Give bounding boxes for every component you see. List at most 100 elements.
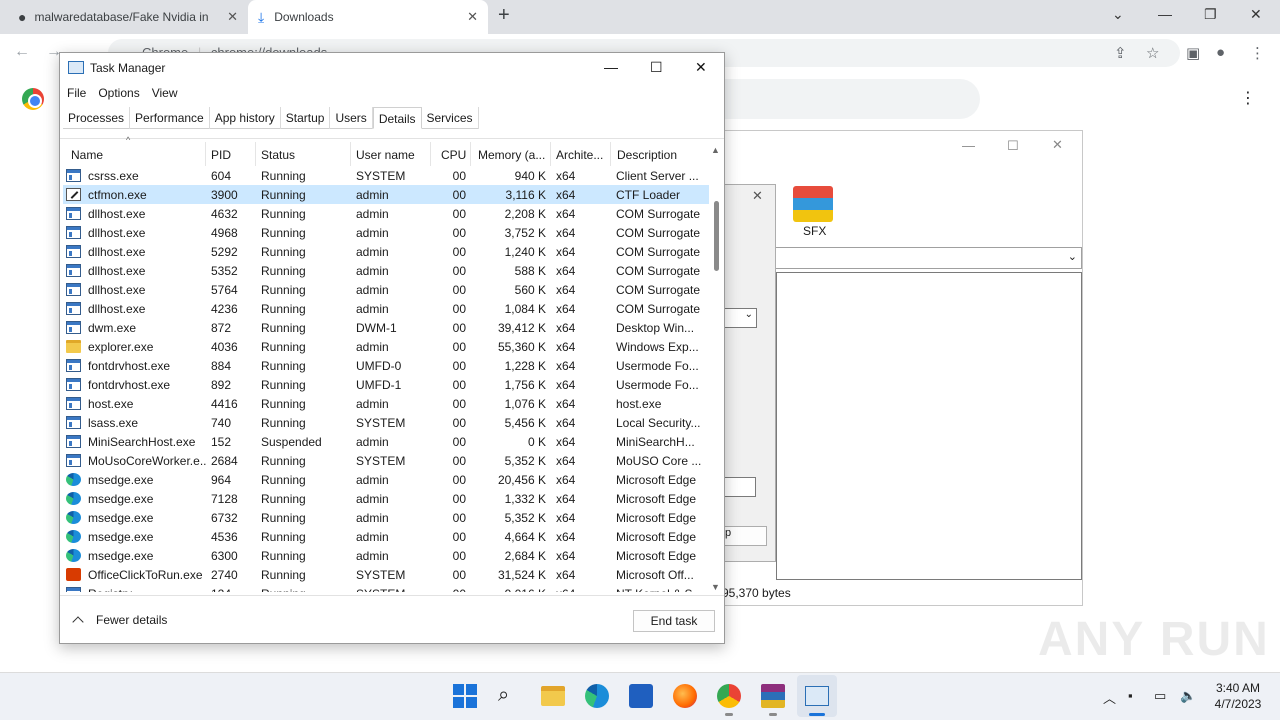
- chevron-up-icon[interactable]: ︿: [1103, 688, 1116, 707]
- menu-file[interactable]: File: [60, 84, 86, 104]
- table-row[interactable]: ctfmon.exe 3900 Running admin 00 3,116 K x64 CT…: [63, 185, 709, 204]
- column-memory[interactable]: Memory (a...: [471, 142, 551, 166]
- archive-file-list[interactable]: [776, 272, 1082, 580]
- scrollbar-thumb[interactable]: [714, 201, 719, 271]
- firefox-icon[interactable]: [673, 684, 697, 708]
- column-pid[interactable]: PID: [206, 142, 256, 166]
- edge-icon: [66, 549, 81, 562]
- tab-startup[interactable]: Startup: [281, 107, 331, 129]
- fewer-details-button[interactable]: Fewer details: [72, 613, 167, 628]
- table-row[interactable]: msedge.exe 964 Running admin 00 20,456 K x64 Mi…: [63, 470, 709, 489]
- column-status[interactable]: Status: [256, 142, 351, 166]
- table-row[interactable]: fontdrvhost.exe 892 Running UMFD-1 00 1,756 K…: [63, 375, 709, 394]
- close-icon[interactable]: ✕: [467, 9, 478, 25]
- table-row[interactable]: MiniSearchHost.exe 152 Suspended admin 00 0 K…: [63, 432, 709, 451]
- tab-services[interactable]: Services: [422, 107, 479, 129]
- table-row[interactable]: dllhost.exe 4236 Running admin 00 1,084 K x64 C…: [63, 299, 709, 318]
- downloads-search-input[interactable]: [710, 79, 980, 119]
- store-icon[interactable]: [629, 684, 653, 708]
- taskbar-clock[interactable]: 3:40 AM 4/7/2023: [1206, 680, 1270, 712]
- maximize-icon[interactable]: ☐: [650, 59, 663, 76]
- side-panel-icon[interactable]: ▣: [1186, 44, 1200, 62]
- table-row[interactable]: dwm.exe 872 Running DWM-1 00 39,412 K x64 Deskt…: [63, 318, 709, 337]
- table-row[interactable]: OfficeClickToRun.exe 2740 Running SYSTEM 00 3…: [63, 565, 709, 584]
- table-row[interactable]: fontdrvhost.exe 884 Running UMFD-0 00 1,228 K…: [63, 356, 709, 375]
- start-icon[interactable]: [453, 684, 477, 708]
- maximize-icon[interactable]: ☐: [1007, 138, 1019, 154]
- table-row[interactable]: msedge.exe 6300 Running admin 00 2,684 K x64 Mi…: [63, 546, 709, 565]
- table-row[interactable]: MoUsoCoreWorker.e... 2684 Running SYSTEM 00 5…: [63, 451, 709, 470]
- scroll-down-icon[interactable]: ▼: [711, 582, 720, 592]
- close-icon[interactable]: ✕: [695, 59, 707, 76]
- tab-downloads[interactable]: ⤓ Downloads ✕: [248, 0, 488, 34]
- column-architecture[interactable]: Archite...: [551, 142, 611, 166]
- tab-details[interactable]: Details: [372, 107, 422, 129]
- table-row[interactable]: Registry124RunningSYSTEM009,016 Kx64NT K…: [63, 584, 709, 592]
- tab-search-icon[interactable]: ⌄: [1112, 6, 1124, 23]
- menu-view[interactable]: View: [145, 84, 178, 104]
- minimize-icon[interactable]: —: [1158, 6, 1172, 22]
- table-row[interactable]: dllhost.exe 4632 Running admin 00 2,208 K x64 C…: [63, 204, 709, 223]
- browser-tab-strip: ● malwaredatabase/Fake Nvidia in ✕ ⤓ Dow…: [0, 0, 1280, 34]
- close-icon[interactable]: ✕: [752, 188, 763, 204]
- path-combobox[interactable]: ⌄: [722, 247, 1082, 269]
- file-explorer-icon[interactable]: [541, 686, 565, 706]
- dialog-input[interactable]: [722, 477, 756, 497]
- tab-github[interactable]: ● malwaredatabase/Fake Nvidia in ✕: [8, 0, 248, 34]
- volume-icon[interactable]: 🔈: [1180, 688, 1196, 704]
- network-icon[interactable]: ▭: [1154, 688, 1166, 704]
- column-description[interactable]: Description: [611, 142, 709, 166]
- table-row[interactable]: lsass.exe 740 Running SYSTEM 00 5,456 K x64 Loc…: [63, 413, 709, 432]
- notification-icon[interactable]: ▪: [1128, 688, 1133, 703]
- close-window-icon[interactable]: ✕: [1250, 6, 1262, 23]
- menu-options[interactable]: Options: [91, 84, 139, 104]
- edge-icon[interactable]: [585, 684, 609, 708]
- tab-users[interactable]: Users: [330, 107, 373, 129]
- dialog-combobox[interactable]: ⌄: [722, 308, 757, 328]
- column-cpu[interactable]: CPU: [431, 142, 471, 166]
- cell-name: dllhost.exe: [88, 264, 146, 278]
- table-row[interactable]: dllhost.exe 5352 Running admin 00 588 K x64 COM…: [63, 261, 709, 280]
- menu-icon[interactable]: ⋮: [1250, 44, 1265, 62]
- profile-icon[interactable]: ●: [1216, 44, 1225, 61]
- chrome-icon[interactable]: [717, 684, 741, 708]
- table-row[interactable]: dllhost.exe 5764 Running admin 00 560 K x64 COM…: [63, 280, 709, 299]
- table-row[interactable]: dllhost.exe 4968 Running admin 00 3,752 K x64 C…: [63, 223, 709, 242]
- column-user-name[interactable]: User name: [351, 142, 431, 166]
- table-row[interactable]: msedge.exe 7128 Running admin 00 1,332 K x64 Mi…: [63, 489, 709, 508]
- minimize-icon[interactable]: —: [962, 138, 975, 153]
- close-icon[interactable]: ✕: [1052, 137, 1063, 153]
- task-manager-icon[interactable]: [805, 686, 829, 706]
- winrar-icon[interactable]: [761, 684, 785, 708]
- cell-arch: x64: [556, 283, 576, 297]
- back-icon[interactable]: ←: [14, 43, 30, 61]
- new-tab-button[interactable]: +: [498, 4, 510, 27]
- restore-icon[interactable]: ❐: [1204, 6, 1217, 23]
- tab-processes[interactable]: Processes: [63, 107, 131, 129]
- table-row[interactable]: msedge.exe 4536 Running admin 00 4,664 K x64 Mi…: [63, 527, 709, 546]
- table-row[interactable]: csrss.exe 604 Running SYSTEM 00 940 K x64 Clien…: [63, 166, 709, 185]
- search-icon[interactable]: ⌕: [498, 684, 522, 708]
- close-icon[interactable]: ✕: [227, 9, 238, 25]
- table-row[interactable]: msedge.exe 6732 Running admin 00 5,352 K x64 Mi…: [63, 508, 709, 527]
- tab-app-history[interactable]: App history: [210, 107, 281, 129]
- sfx-archive-icon[interactable]: [793, 186, 833, 222]
- table-row[interactable]: host.exe 4416 Running admin 00 1,076 K x64 host…: [63, 394, 709, 413]
- cell-mem: 9,016 K: [471, 584, 551, 592]
- tab-performance[interactable]: Performance: [130, 107, 210, 129]
- table-row[interactable]: dllhost.exe 5292 Running admin 00 1,240 K x64 C…: [63, 242, 709, 261]
- column-name[interactable]: Name: [63, 142, 206, 166]
- cell-arch: x64: [556, 473, 576, 487]
- end-task-button[interactable]: End task: [633, 610, 715, 632]
- table-row[interactable]: explorer.exe 4036 Running admin 00 55,360 K x6…: [63, 337, 709, 356]
- share-icon[interactable]: ⇪: [1114, 44, 1127, 62]
- dialog-button[interactable]: p: [722, 526, 767, 546]
- bookmark-star-icon[interactable]: ☆: [1146, 44, 1159, 62]
- cell-mem: 1,240 K: [504, 245, 546, 259]
- scroll-up-icon[interactable]: ▲: [711, 145, 720, 155]
- minimize-icon[interactable]: —: [604, 59, 618, 75]
- cell-arch: x64: [556, 169, 576, 183]
- cell-name: explorer.exe: [88, 340, 154, 354]
- title-bar[interactable]: Task Manager — ☐ ✕: [60, 53, 724, 83]
- more-options-icon[interactable]: ⋮: [1240, 88, 1256, 108]
